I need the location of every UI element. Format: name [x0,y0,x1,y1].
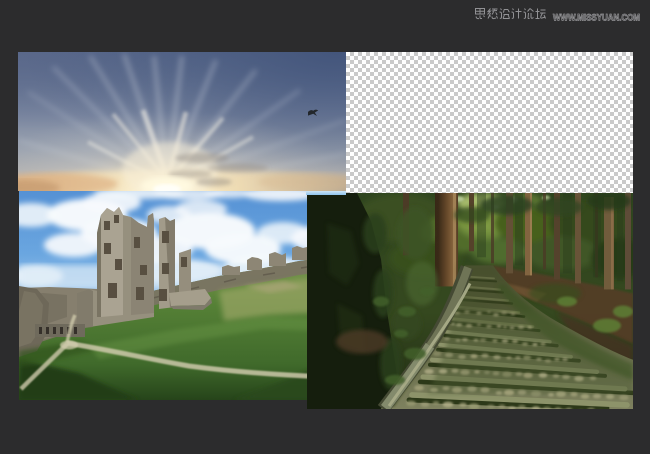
svg-text:WWW.MISSYUAN.COM: WWW.MISSYUAN.COM [553,12,640,23]
